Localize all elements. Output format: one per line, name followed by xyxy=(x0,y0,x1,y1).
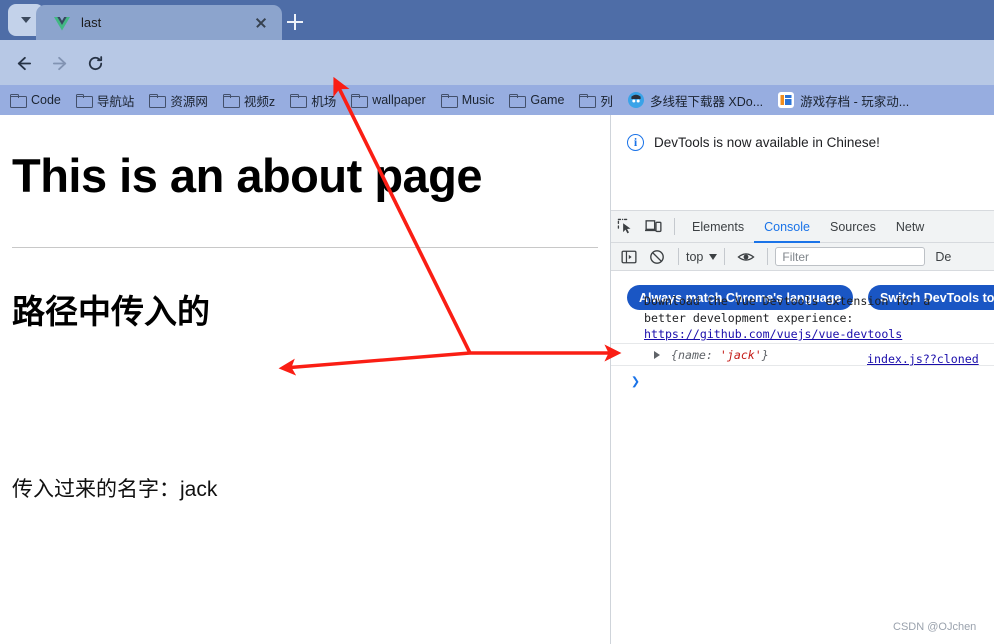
bookmark-label: Game xyxy=(530,93,565,107)
folder-icon xyxy=(579,94,597,108)
bookmark-item[interactable]: 多线程下载器 XDo... xyxy=(627,91,764,110)
folder-icon xyxy=(440,94,458,108)
bookmark-label: 列 xyxy=(600,94,613,109)
tab-sources[interactable]: Sources xyxy=(820,211,886,243)
vue-devtools-link[interactable]: https://github.com/vuejs/vue-devtools xyxy=(644,327,902,341)
arrow-back-icon xyxy=(17,56,31,70)
chevron-down-icon xyxy=(709,253,718,260)
bookmark-item[interactable]: Music xyxy=(440,93,495,108)
watermark: CSDN @OJchen xyxy=(893,621,977,633)
bookmark-item[interactable]: 导航站 xyxy=(75,91,135,110)
triangle-right-icon[interactable] xyxy=(654,350,660,359)
folder-icon xyxy=(149,94,167,108)
bookmark-label: wallpaper xyxy=(372,93,426,107)
clear-console-icon[interactable] xyxy=(643,243,671,271)
console-message-line2: better development experience: xyxy=(644,310,854,325)
banner-message-row: i DevTools is now available in Chinese! xyxy=(627,134,880,151)
new-tab-button[interactable] xyxy=(281,8,309,36)
close-icon[interactable] xyxy=(252,14,270,32)
bookmark-item[interactable]: 游戏存档 - 玩家动... xyxy=(778,91,909,110)
filter-divider xyxy=(678,248,679,265)
bookmark-label: 视频z xyxy=(243,94,276,109)
bookmark-item[interactable]: wallpaper xyxy=(351,93,426,108)
bookmark-label: 游戏存档 - 玩家动... xyxy=(800,94,910,109)
folder-icon xyxy=(222,94,240,108)
tab-network[interactable]: Netw xyxy=(886,211,934,243)
console-filter-input[interactable]: Filter xyxy=(775,247,926,266)
console-source-link[interactable]: index.js??cloned xyxy=(867,352,979,366)
page-subheading: 路径中传入的 xyxy=(12,293,210,330)
horizontal-rule xyxy=(12,247,598,248)
browser-toolbar: localhost:8080/about/jack xyxy=(0,40,994,119)
chevron-down-icon xyxy=(21,17,31,23)
console-output: Download the Vue Devtools extension for … xyxy=(611,272,994,644)
log-levels-label[interactable]: De xyxy=(935,250,951,264)
filter-divider-2 xyxy=(724,248,726,265)
prompt-chevron-icon[interactable]: ❯ xyxy=(631,372,640,390)
folder-icon xyxy=(75,94,93,108)
device-toolbar-icon[interactable] xyxy=(639,213,667,241)
back-button[interactable] xyxy=(10,50,36,76)
tab-title: last xyxy=(81,15,102,30)
console-message-line1: Download the Vue Devtools extension for … xyxy=(644,294,931,308)
banner-message: DevTools is now available in Chinese! xyxy=(654,135,880,150)
toolbar-divider xyxy=(674,218,675,235)
object-string-value: 'jack' xyxy=(719,347,762,362)
bookmark-item[interactable]: 机场 xyxy=(290,91,336,110)
bookmark-item[interactable]: Game xyxy=(509,93,565,108)
console-filter-bar: top Filter De xyxy=(611,243,994,271)
tab-console[interactable]: Console xyxy=(754,211,820,243)
bookmark-item[interactable]: 列 xyxy=(579,91,613,110)
live-expression-icon[interactable] xyxy=(732,243,760,271)
reload-icon xyxy=(88,55,102,70)
reload-button[interactable] xyxy=(82,50,108,76)
execution-context-label: top xyxy=(686,249,704,264)
bookmark-item[interactable]: 资源网 xyxy=(149,91,208,110)
console-object-value: {name: 'jack'} xyxy=(671,348,769,362)
arrow-forward-icon xyxy=(52,56,66,70)
browser-tab[interactable]: last xyxy=(36,5,282,40)
tab-strip: last xyxy=(0,0,994,40)
bookmark-label: 资源网 xyxy=(170,94,208,109)
execution-context-selector[interactable]: top xyxy=(686,249,718,264)
folder-icon xyxy=(290,94,308,108)
devtools-language-banner: i DevTools is now available in Chinese! … xyxy=(611,115,994,310)
tab-elements[interactable]: Elements xyxy=(682,211,754,243)
page-content: This is an about page 路径中传入的 传入过来的名字：jac… xyxy=(0,115,610,644)
browser-window: last Code 导航站 资源网 视频z 机场 wallpaper Music… xyxy=(0,0,994,644)
filter-divider-3 xyxy=(767,248,769,265)
folder-icon xyxy=(509,94,527,108)
folder-icon xyxy=(351,94,369,108)
console-source-wrap: index.js??cloned xyxy=(867,350,994,368)
object-key: {name: xyxy=(671,347,720,362)
bookmark-label: 导航站 xyxy=(96,94,135,109)
bookmark-label: 机场 xyxy=(311,94,337,109)
devtools-panel: i DevTools is now available in Chinese! … xyxy=(610,115,994,644)
devtools-tab-bar: Elements Console Sources Netw xyxy=(611,210,994,243)
console-info-message: Download the Vue Devtools extension for … xyxy=(644,293,984,343)
bookmarks-bar: Code 导航站 资源网 视频z 机场 wallpaper Music Game… xyxy=(0,85,994,115)
bookmark-label: Code xyxy=(31,93,61,107)
page-title: This is an about page xyxy=(12,149,483,202)
console-sidebar-icon[interactable] xyxy=(615,243,643,271)
bookmark-item[interactable]: Code xyxy=(10,93,61,108)
page-paragraph: 传入过来的名字：jack xyxy=(12,478,218,501)
site-favicon-game-icon xyxy=(778,92,795,108)
bookmark-label: 多线程下载器 XDo... xyxy=(649,94,764,109)
object-close: } xyxy=(761,347,769,362)
forward-button[interactable] xyxy=(47,50,73,76)
vue-logo-icon xyxy=(54,15,70,31)
folder-icon xyxy=(10,94,27,108)
bookmark-label: Music xyxy=(461,93,495,107)
site-favicon-avatar-icon xyxy=(627,92,644,108)
bookmark-item[interactable]: 视频z xyxy=(222,91,276,110)
info-circle-icon: i xyxy=(627,134,644,151)
inspect-element-icon[interactable] xyxy=(611,213,639,241)
